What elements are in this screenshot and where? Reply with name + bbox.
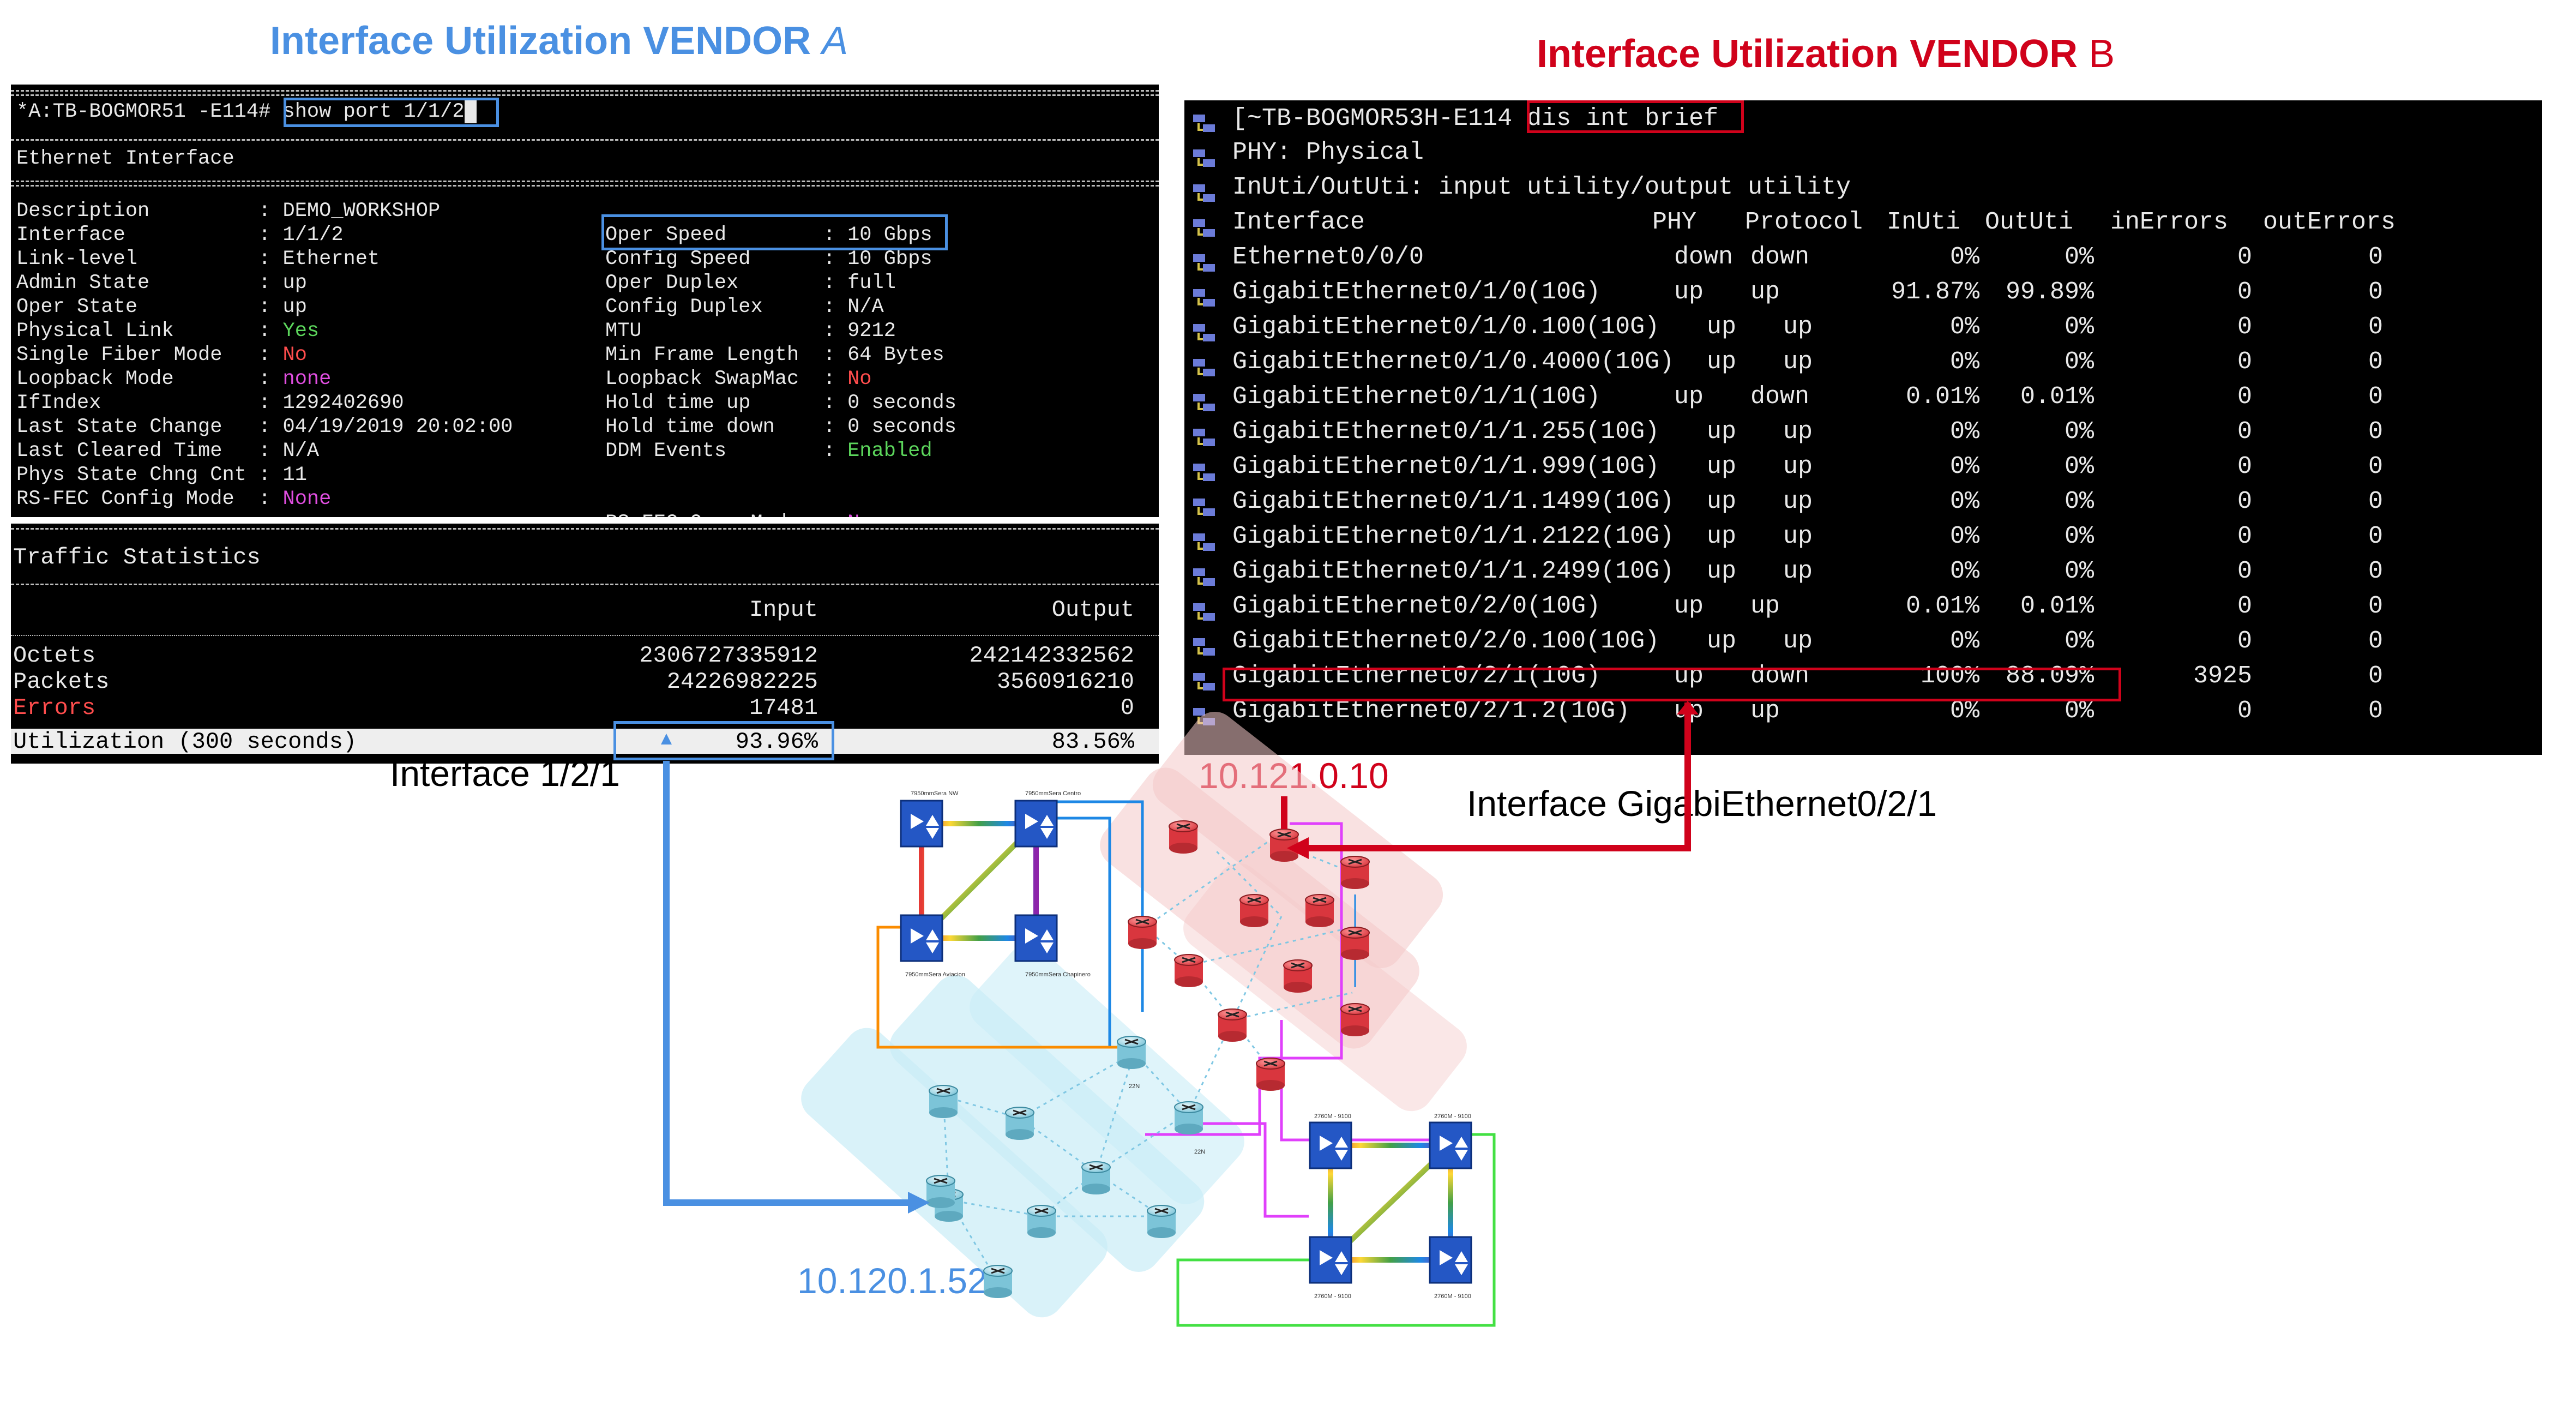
router-icon-blue	[1005, 1107, 1034, 1140]
switch-icon	[1309, 1121, 1352, 1169]
router-icon-blue	[1174, 1101, 1203, 1134]
router-icon-blue	[929, 1085, 958, 1118]
router-icon-red	[1340, 927, 1370, 960]
router-icon-red	[1305, 894, 1334, 927]
router-icon-blue	[1027, 1205, 1056, 1238]
router-icon-red	[1256, 1058, 1285, 1091]
switch-icon	[1429, 1121, 1472, 1169]
router-icon-blue	[1081, 1161, 1111, 1194]
switch-icon	[1429, 1236, 1472, 1284]
switch-label-chapinero: 7950mmSera Chapinero	[1025, 971, 1091, 978]
router-icon-blue	[1147, 1205, 1176, 1238]
router-icon-red	[1340, 1003, 1370, 1036]
switch-icon	[900, 800, 943, 848]
router-icon-red	[1283, 959, 1313, 993]
router-label-22n-a: 22N	[1129, 1083, 1140, 1090]
router-icon-red	[1128, 916, 1157, 949]
switch-label-centro: 7950mmSera Centro	[1025, 790, 1081, 797]
router-icon-red	[1340, 856, 1370, 889]
switch-label-br3: 2760M - 9100	[1314, 1293, 1351, 1300]
router-icon-blue	[983, 1265, 1013, 1298]
switch-label-aviacion: 7950mmSera Aviacion	[905, 971, 965, 978]
router-icon-blue	[1117, 1036, 1146, 1069]
switch-label-br1: 2760M - 9100	[1314, 1113, 1351, 1120]
switch-label-br2: 2760M - 9100	[1434, 1113, 1471, 1120]
router-icon-red	[1174, 954, 1203, 987]
switch-icon	[900, 914, 943, 962]
router-icon-red	[1239, 894, 1269, 927]
switch-icon	[1014, 800, 1058, 848]
switch-label-br4: 2760M - 9100	[1434, 1293, 1471, 1300]
network-topology: 7950mmSera NW 7950mmSera Centro 7950mmSe…	[661, 701, 1699, 1327]
router-icon-red	[1169, 820, 1198, 854]
switch-label-nw: 7950mmSera NW	[911, 790, 959, 797]
switch-icon	[1014, 914, 1058, 962]
router-label-22n-b: 22N	[1194, 1149, 1205, 1155]
router-icon-blue	[926, 1175, 955, 1208]
router-icon-red	[1218, 1008, 1247, 1042]
switch-icon	[1309, 1236, 1352, 1284]
